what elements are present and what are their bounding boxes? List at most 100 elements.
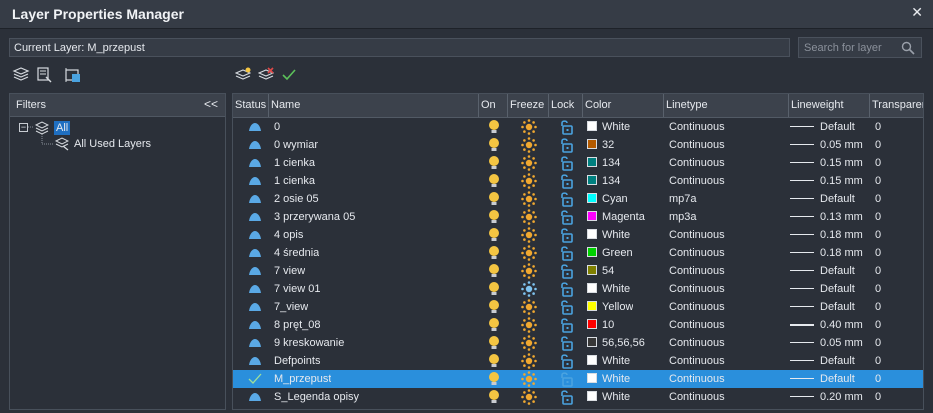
layer-name[interactable]: 1 cienka <box>274 154 315 172</box>
layer-row[interactable]: 9 kreskowanie 56,56,56 Continuous 0.05 mm 0 <box>233 334 923 352</box>
layer-row[interactable]: Defpoints White Continuous Default 0 <box>233 352 923 370</box>
layer-name[interactable]: 7 view 01 <box>274 280 320 298</box>
layer-transparency[interactable]: 0 <box>875 226 881 244</box>
color-swatch[interactable] <box>587 157 597 167</box>
padlock-unlocked-icon[interactable] <box>559 299 573 315</box>
lightbulb-on-icon[interactable] <box>488 173 500 189</box>
padlock-unlocked-icon[interactable] <box>559 281 573 297</box>
layer-states-manager-icon[interactable] <box>64 66 82 84</box>
layer-lineweight[interactable]: 0.15 mm <box>820 172 863 190</box>
layer-row[interactable]: 0 wymiar 32 Continuous 0.05 mm 0 <box>233 136 923 154</box>
sun-thawed-icon[interactable] <box>521 209 537 225</box>
layer-name[interactable]: S_Legenda opisy <box>274 388 359 406</box>
layer-transparency[interactable]: 0 <box>875 280 881 298</box>
padlock-unlocked-icon[interactable] <box>559 371 573 387</box>
sun-thawed-icon[interactable] <box>521 173 537 189</box>
lightbulb-on-icon[interactable] <box>488 371 500 387</box>
layer-name[interactable]: 9 kreskowanie <box>274 334 344 352</box>
layer-name[interactable]: M_przepust <box>274 370 331 388</box>
column-status[interactable]: Status <box>233 94 269 117</box>
close-icon[interactable]: ✕ <box>911 4 923 21</box>
lightbulb-on-icon[interactable] <box>488 155 500 171</box>
color-swatch[interactable] <box>587 391 597 401</box>
layer-color-name[interactable]: White <box>602 352 630 370</box>
layer-lineweight[interactable]: 0.18 mm <box>820 244 863 262</box>
layer-lineweight[interactable]: Default <box>820 352 855 370</box>
color-swatch[interactable] <box>587 211 597 221</box>
layer-linetype[interactable]: Continuous <box>669 154 725 172</box>
layer-lineweight[interactable]: 0.15 mm <box>820 154 863 172</box>
layer-row[interactable]: 8 pręt_08 10 Continuous 0.40 mm 0 <box>233 316 923 334</box>
padlock-unlocked-icon[interactable] <box>559 335 573 351</box>
sun-thawed-icon[interactable] <box>521 389 537 405</box>
lightbulb-on-icon[interactable] <box>488 191 500 207</box>
layer-transparency[interactable]: 0 <box>875 244 881 262</box>
layer-name[interactable]: 7_view <box>274 298 308 316</box>
column-lineweight[interactable]: Lineweight <box>789 94 870 117</box>
lightbulb-on-icon[interactable] <box>488 281 500 297</box>
layer-linetype[interactable]: Continuous <box>669 352 725 370</box>
layer-transparency[interactable]: 0 <box>875 154 881 172</box>
padlock-unlocked-icon[interactable] <box>559 389 573 405</box>
lightbulb-on-icon[interactable] <box>488 119 500 135</box>
layer-transparency[interactable]: 0 <box>875 208 881 226</box>
layer-color-name[interactable]: Magenta <box>602 208 645 226</box>
layer-lineweight[interactable]: Default <box>820 118 855 136</box>
lightbulb-on-icon[interactable] <box>488 137 500 153</box>
layer-name[interactable]: 8 pręt_08 <box>274 316 320 334</box>
layer-lineweight[interactable]: Default <box>820 262 855 280</box>
layer-linetype[interactable]: Continuous <box>669 118 725 136</box>
collapse-filters-button[interactable]: << <box>204 97 218 111</box>
padlock-unlocked-icon[interactable] <box>559 263 573 279</box>
layer-lineweight[interactable]: 0.40 mm <box>820 316 863 334</box>
color-swatch[interactable] <box>587 247 597 257</box>
layer-lineweight[interactable]: 0.13 mm <box>820 208 863 226</box>
layer-linetype[interactable]: Continuous <box>669 172 725 190</box>
padlock-unlocked-icon[interactable] <box>559 227 573 243</box>
layer-color-name[interactable]: Green <box>602 244 633 262</box>
color-swatch[interactable] <box>587 175 597 185</box>
color-swatch[interactable] <box>587 373 597 383</box>
layer-lineweight[interactable]: Default <box>820 370 855 388</box>
layer-color-name[interactable]: Yellow <box>602 298 633 316</box>
sun-thawed-icon[interactable] <box>521 155 537 171</box>
layer-row[interactable]: S_Legenda opisy White Continuous 0.20 mm 0 <box>233 388 923 406</box>
layer-lineweight[interactable]: 0.20 mm <box>820 388 863 406</box>
color-swatch[interactable] <box>587 301 597 311</box>
layer-linetype[interactable]: Continuous <box>669 370 725 388</box>
sun-thawed-icon[interactable] <box>521 137 537 153</box>
layer-lineweight[interactable]: 0.05 mm <box>820 334 863 352</box>
layer-color-name[interactable]: White <box>602 370 630 388</box>
color-swatch[interactable] <box>587 121 597 131</box>
layer-lineweight[interactable]: Default <box>820 190 855 208</box>
new-group-filter-icon[interactable] <box>35 66 53 84</box>
sun-thawed-icon[interactable] <box>521 353 537 369</box>
layer-name[interactable]: 3 przerywana 05 <box>274 208 355 226</box>
color-swatch[interactable] <box>587 319 597 329</box>
column-name[interactable]: Name <box>269 94 479 117</box>
lightbulb-on-icon[interactable] <box>488 353 500 369</box>
padlock-unlocked-icon[interactable] <box>559 155 573 171</box>
layer-color-name[interactable]: 10 <box>602 316 614 334</box>
layer-linetype[interactable]: mp7a <box>669 190 697 208</box>
layer-transparency[interactable]: 0 <box>875 136 881 154</box>
sun-thawed-icon[interactable] <box>521 371 537 387</box>
layer-name[interactable]: 0 <box>274 118 280 136</box>
layer-transparency[interactable]: 0 <box>875 262 881 280</box>
layer-transparency[interactable]: 0 <box>875 370 881 388</box>
lightbulb-on-icon[interactable] <box>488 389 500 405</box>
layer-lineweight[interactable]: 0.18 mm <box>820 226 863 244</box>
layer-color-name[interactable]: White <box>602 280 630 298</box>
layer-linetype[interactable]: Continuous <box>669 262 725 280</box>
layer-transparency[interactable]: 0 <box>875 118 881 136</box>
column-lock[interactable]: Lock <box>549 94 583 117</box>
new-property-filter-icon[interactable] <box>12 66 30 84</box>
search-input[interactable]: Search for layer <box>798 37 922 58</box>
sun-thawed-icon[interactable] <box>521 191 537 207</box>
color-swatch[interactable] <box>587 265 597 275</box>
layer-linetype[interactable]: Continuous <box>669 334 725 352</box>
layer-transparency[interactable]: 0 <box>875 298 881 316</box>
layer-color-name[interactable]: 56,56,56 <box>602 334 645 352</box>
filter-all[interactable]: All <box>54 121 71 135</box>
search-icon[interactable] <box>901 41 915 55</box>
